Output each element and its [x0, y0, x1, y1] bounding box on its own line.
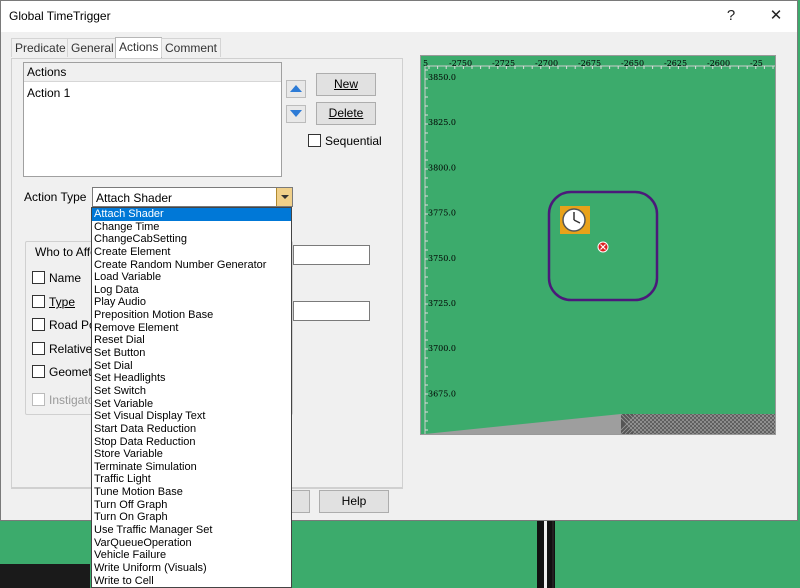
chevron-down-icon[interactable] [276, 188, 292, 206]
title-bar: Global TimeTrigger ? ✕ [1, 1, 797, 32]
trigger-marker-icon[interactable] [597, 241, 609, 253]
dropdown-option[interactable]: Start Data Reduction [92, 423, 291, 436]
y-tick-label: 3750.0 [428, 254, 456, 263]
tab-general[interactable]: General [67, 38, 118, 57]
dropdown-option[interactable]: Turn Off Graph [92, 499, 291, 512]
name-field[interactable] [293, 245, 370, 265]
tab-predicate[interactable]: Predicate [11, 38, 70, 57]
dropdown-option[interactable]: VarQueueOperation [92, 537, 291, 550]
dropdown-option[interactable]: Vehicle Failure [92, 549, 291, 562]
y-tick-label: 3700.0 [428, 344, 456, 353]
dropdown-option[interactable]: Use Traffic Manager Set [92, 524, 291, 537]
dropdown-option[interactable]: Set Variable [92, 398, 291, 411]
action-type-label: Action Type [24, 190, 87, 204]
road-edge-right [552, 521, 554, 588]
move-down-button[interactable] [286, 105, 306, 123]
x-tick-label: -2700 [535, 59, 558, 68]
new-button[interactable]: New [316, 73, 376, 96]
arrow-up-icon [290, 85, 302, 92]
sequential-label: Sequential [325, 134, 382, 148]
action-type-select[interactable]: Attach Shader [92, 187, 293, 207]
y-tick-label: 3825.0 [428, 118, 456, 127]
dropdown-option[interactable]: Terminate Simulation [92, 461, 291, 474]
delete-button-label: Delete [328, 106, 364, 120]
dropdown-option[interactable]: Create Random Number Generator [92, 259, 291, 272]
x-tick-label: -2600 [707, 59, 730, 68]
y-tick-label: 3775.0 [428, 209, 456, 218]
type-field[interactable] [293, 301, 370, 321]
dropdown-option[interactable]: ChangeCabSetting [92, 233, 291, 246]
dropdown-option[interactable]: Set Switch [92, 385, 291, 398]
dropdown-option[interactable]: Play Audio [92, 296, 291, 309]
dropdown-option[interactable]: Set Visual Display Text [92, 410, 291, 423]
dropdown-option[interactable]: Set Headlights [92, 372, 291, 385]
x-tick-label: -2725 [492, 59, 515, 68]
move-up-button[interactable] [286, 80, 306, 98]
sequential-checkbox[interactable] [308, 134, 321, 147]
tab-actions[interactable]: Actions [115, 37, 163, 58]
dropdown-option[interactable]: Stop Data Reduction [92, 436, 291, 449]
actions-list-header: Actions [24, 63, 281, 82]
y-tick-label: 3675.0 [428, 389, 456, 398]
dropdown-option[interactable]: Tune Motion Base [92, 486, 291, 499]
x-tick-partial-left: 5 [423, 59, 428, 68]
map-preview[interactable]: -2750 -2725 -2700 -2675 -2650 -2625 -2600 -25 3… [420, 55, 776, 435]
dropdown-option[interactable]: Write Uniform (Visuals) [92, 562, 291, 575]
clock-icon[interactable] [560, 206, 590, 234]
relative-option-label: Relative [49, 342, 93, 356]
tab-comment[interactable]: Comment [161, 38, 222, 57]
new-button-label: New [333, 77, 358, 91]
window-title: Global TimeTrigger [9, 9, 111, 23]
action-type-value: Attach Shader [96, 191, 173, 205]
road-pos-checkbox[interactable] [32, 318, 45, 331]
list-item[interactable]: Action 1 [24, 82, 281, 100]
x-tick-label: -2675 [578, 59, 601, 68]
close-icon[interactable]: ✕ [761, 5, 791, 27]
road-strip-2 [0, 564, 90, 588]
y-tick-label: 3800.0 [428, 163, 456, 172]
name-option-label: Name [49, 271, 82, 285]
help-title-button[interactable]: ? [716, 5, 746, 27]
type-checkbox[interactable] [32, 295, 45, 308]
help-button[interactable]: Help [319, 490, 389, 513]
road-line [544, 521, 547, 588]
dropdown-option[interactable]: Create Element [92, 246, 291, 259]
dropdown-option[interactable]: Change Time [92, 221, 291, 234]
delete-button[interactable]: Delete [316, 102, 376, 125]
actions-list[interactable]: Actions Action 1 [23, 62, 282, 177]
dropdown-option[interactable]: Log Data [92, 284, 291, 297]
dropdown-option[interactable]: Reset Dial [92, 334, 291, 347]
y-tick-label: 3850.0 [428, 73, 456, 82]
geometric-checkbox[interactable] [32, 365, 45, 378]
dropdown-option[interactable]: Turn On Graph [92, 511, 291, 524]
dropdown-option[interactable]: Remove Element [92, 322, 291, 335]
dropdown-option[interactable]: Attach Shader [92, 208, 291, 221]
relative-checkbox[interactable] [32, 342, 45, 355]
x-tick-label: -2650 [621, 59, 644, 68]
name-checkbox[interactable] [32, 271, 45, 284]
dropdown-option[interactable]: Load Variable [92, 271, 291, 284]
dropdown-option[interactable]: Set Button [92, 347, 291, 360]
dropdown-option[interactable]: Store Variable [92, 448, 291, 461]
x-tick-label: -25 [750, 59, 763, 68]
dropdown-option[interactable]: Write to Cell [92, 575, 291, 587]
arrow-down-icon [290, 110, 302, 117]
type-option-label: Type [49, 295, 76, 309]
x-tick-label: -2625 [664, 59, 687, 68]
dropdown-option[interactable]: Preposition Motion Base [92, 309, 291, 322]
y-tick-label: 3725.0 [428, 299, 456, 308]
map-canvas: -2750 -2725 -2700 -2675 -2650 -2625 -2600 -25 3… [421, 56, 775, 434]
action-type-dropdown[interactable]: Attach Shader Change Time ChangeCabSetting… [91, 207, 292, 588]
dropdown-option[interactable]: Traffic Light [92, 473, 291, 486]
instigator-checkbox[interactable] [32, 393, 45, 406]
x-tick-label: -2750 [449, 59, 472, 68]
dropdown-option[interactable]: Set Dial [92, 360, 291, 373]
